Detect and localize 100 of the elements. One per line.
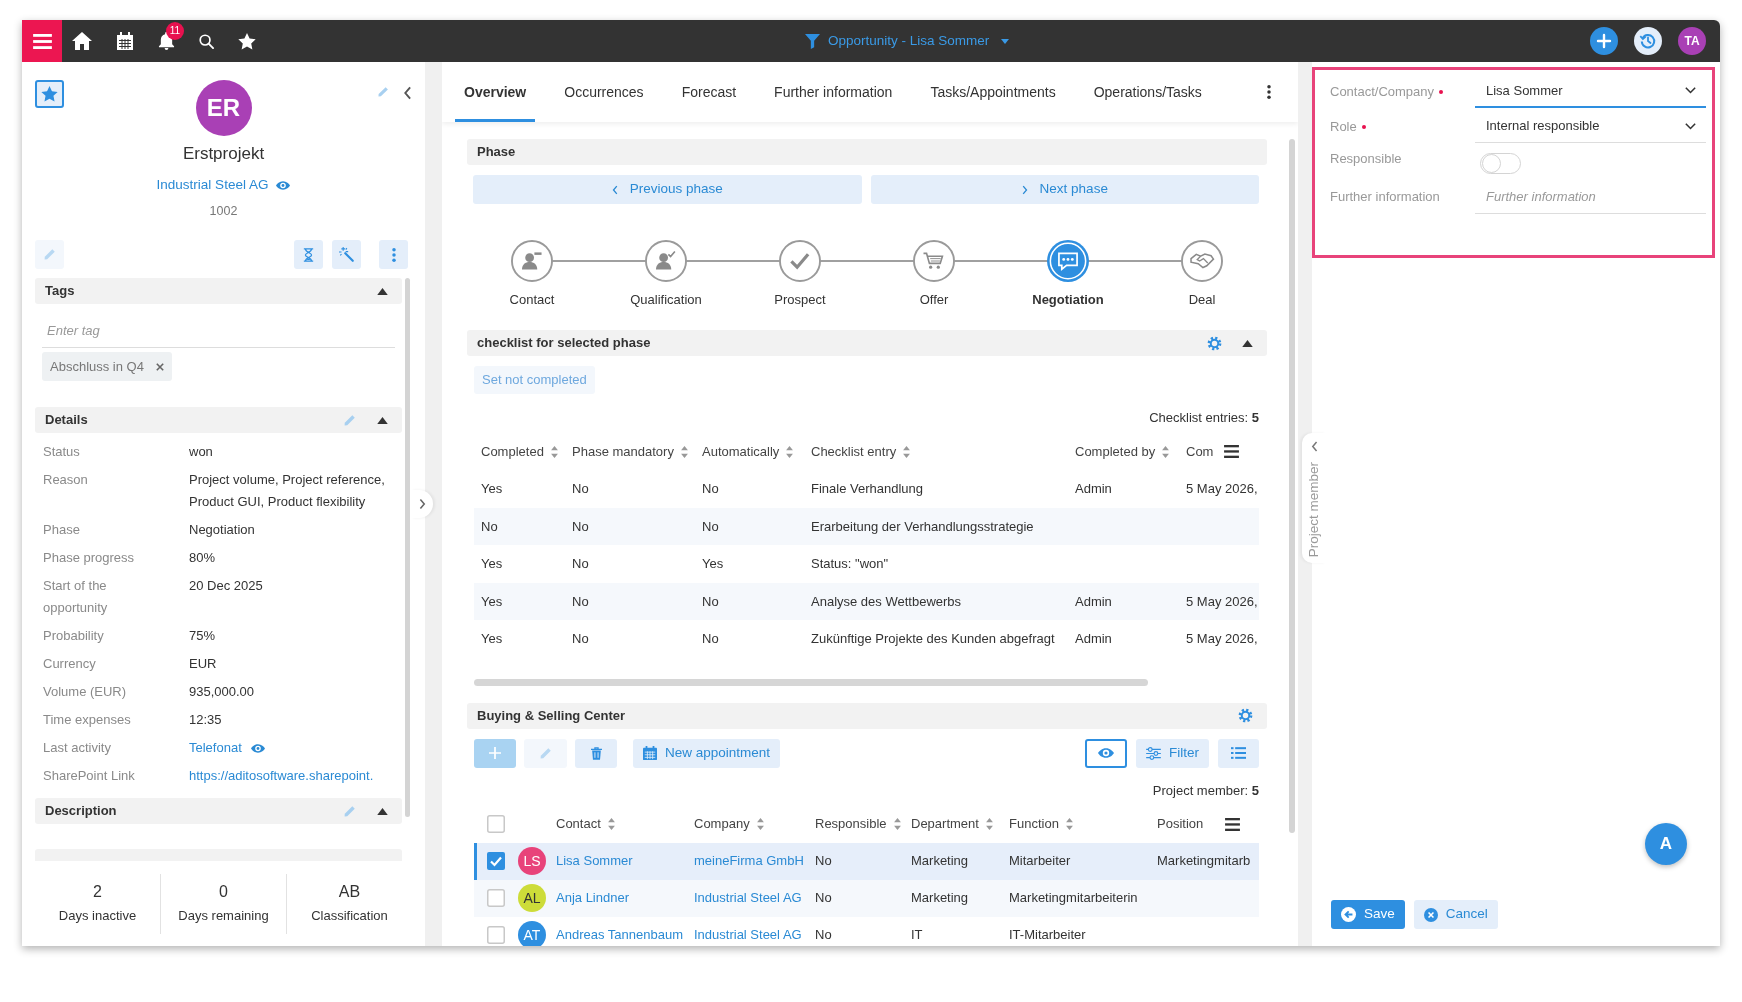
sort-icon[interactable]	[680, 445, 688, 458]
sort-icon[interactable]	[1065, 818, 1073, 830]
sort-icon[interactable]	[903, 445, 911, 458]
triangle-up-icon[interactable]	[377, 416, 388, 424]
tab[interactable]: Forecast	[672, 62, 746, 122]
person-check-icon[interactable]	[645, 240, 687, 282]
sort-icon[interactable]	[786, 445, 794, 458]
cart-icon[interactable]	[913, 240, 955, 282]
tab[interactable]: Operations/Tasks	[1084, 62, 1211, 122]
toggle-switch[interactable]	[1480, 153, 1521, 174]
checkbox[interactable]	[487, 889, 505, 907]
calendar-icon[interactable]	[116, 32, 134, 50]
sort-icon[interactable]	[893, 818, 901, 830]
tab[interactable]: Overview	[455, 62, 536, 122]
company-link[interactable]: Industrial Steel AG	[694, 927, 802, 943]
trash-icon[interactable]	[590, 746, 602, 760]
chevron-down-icon[interactable]	[1685, 87, 1696, 94]
funnel-icon[interactable]	[805, 33, 820, 49]
column-menu-icon[interactable]	[1224, 445, 1239, 458]
search-icon[interactable]	[199, 33, 214, 49]
column-header[interactable]: Com	[1186, 441, 1214, 462]
company-link[interactable]: Industrial Steel AG	[694, 890, 802, 906]
checkbox[interactable]	[487, 926, 505, 944]
column-header[interactable]: Company	[694, 814, 764, 834]
triangle-up-icon[interactable]	[377, 287, 388, 295]
chevron-right-icon[interactable]	[1021, 184, 1028, 195]
phase-step[interactable]: Negotiation	[1032, 240, 1104, 309]
checkbox[interactable]	[487, 815, 505, 833]
scrollbar-thumb[interactable]	[405, 278, 410, 817]
select-field[interactable]: Internal responsible	[1475, 110, 1706, 143]
kebab-icon[interactable]	[1267, 85, 1271, 99]
tab[interactable]: Further information	[765, 62, 902, 122]
settings-icon[interactable]	[1238, 708, 1253, 723]
expand-button[interactable]	[411, 490, 433, 518]
user-avatar[interactable]: TA	[1678, 27, 1706, 55]
page-title[interactable]: Opportunity - Lisa Sommer	[828, 30, 990, 52]
sort-icon[interactable]	[550, 445, 558, 458]
column-header[interactable]: Completed	[481, 441, 558, 462]
arrow-left-icon[interactable]	[1341, 907, 1356, 922]
column-menu-icon[interactable]	[1225, 817, 1240, 831]
wand-button[interactable]	[332, 240, 361, 269]
sharepoint-link[interactable]: https://aditosoftware.sharepoint.	[189, 768, 374, 783]
chevron-down-icon[interactable]	[1685, 122, 1696, 130]
column-header[interactable]: Phase mandatory	[572, 441, 688, 462]
list-view-button[interactable]	[1218, 738, 1259, 768]
select-field[interactable]: Lisa Sommer	[1475, 75, 1706, 108]
eye-icon[interactable]	[276, 180, 291, 190]
chevron-left-icon[interactable]	[611, 184, 618, 195]
scrollbar-thumb[interactable]	[474, 678, 1148, 686]
chevron-right-icon[interactable]	[418, 498, 426, 510]
hourglass-icon[interactable]	[303, 247, 314, 262]
chevron-left-icon[interactable]	[403, 86, 412, 100]
favorite-button[interactable]	[35, 80, 64, 108]
sort-icon[interactable]	[1162, 445, 1170, 458]
magic-wand-icon[interactable]	[339, 247, 354, 262]
list-icon[interactable]	[1231, 747, 1246, 759]
chat-bubble-icon[interactable]	[1047, 240, 1089, 282]
menu-button[interactable]	[22, 20, 62, 62]
column-header[interactable]: Function	[1009, 814, 1073, 834]
eye-icon[interactable]	[1098, 748, 1114, 758]
tab[interactable]: Occurrences	[555, 62, 653, 122]
column-header[interactable]: Automatically	[702, 441, 794, 462]
sliders-icon[interactable]	[1146, 746, 1161, 760]
column-header[interactable]: Department	[911, 814, 993, 834]
history-icon[interactable]	[1634, 27, 1662, 55]
phase-step[interactable]: Qualification	[630, 240, 702, 309]
column-header[interactable]: Position	[1157, 814, 1204, 834]
person-icon[interactable]	[511, 240, 553, 282]
close-icon[interactable]	[1423, 907, 1438, 922]
sort-icon[interactable]	[985, 818, 993, 830]
delete-button[interactable]	[575, 738, 617, 768]
star-icon[interactable]	[41, 86, 58, 102]
caret-down-icon[interactable]	[1001, 38, 1010, 44]
phase-step[interactable]: Contact	[509, 240, 555, 309]
contact-link[interactable]: Anja Lindner	[556, 890, 629, 906]
scrollbar-thumb[interactable]	[1289, 139, 1295, 833]
home-icon[interactable]	[72, 32, 92, 50]
column-header[interactable]: Completed by	[1075, 441, 1170, 462]
plus-icon[interactable]	[1590, 27, 1618, 55]
activity-link[interactable]: Telefonat	[189, 737, 242, 759]
triangle-up-icon[interactable]	[1242, 339, 1253, 347]
tag-input[interactable]: Enter tag	[42, 314, 395, 348]
handshake-icon[interactable]	[1181, 240, 1223, 282]
checkmark-icon[interactable]	[779, 240, 821, 282]
phase-step[interactable]: Prospect	[774, 240, 826, 309]
column-header[interactable]: Checklist entry	[811, 441, 911, 462]
checkbox[interactable]	[487, 852, 505, 870]
tab[interactable]: Tasks/Appointments	[921, 62, 1065, 122]
star-icon[interactable]	[238, 32, 256, 50]
settings-icon[interactable]	[1207, 335, 1222, 351]
sort-icon[interactable]	[756, 818, 764, 830]
pencil-icon[interactable]	[377, 86, 389, 98]
company-link[interactable]: Industrial Steel AG	[156, 174, 269, 196]
close-icon[interactable]	[155, 362, 164, 371]
more-button[interactable]	[379, 240, 408, 269]
sort-icon[interactable]	[607, 818, 615, 830]
column-header[interactable]: Responsible	[815, 814, 901, 834]
column-header[interactable]: Contact	[556, 814, 615, 834]
phase-step[interactable]: Offer	[913, 240, 955, 309]
contact-link[interactable]: Andreas Tannenbaum	[556, 927, 683, 943]
